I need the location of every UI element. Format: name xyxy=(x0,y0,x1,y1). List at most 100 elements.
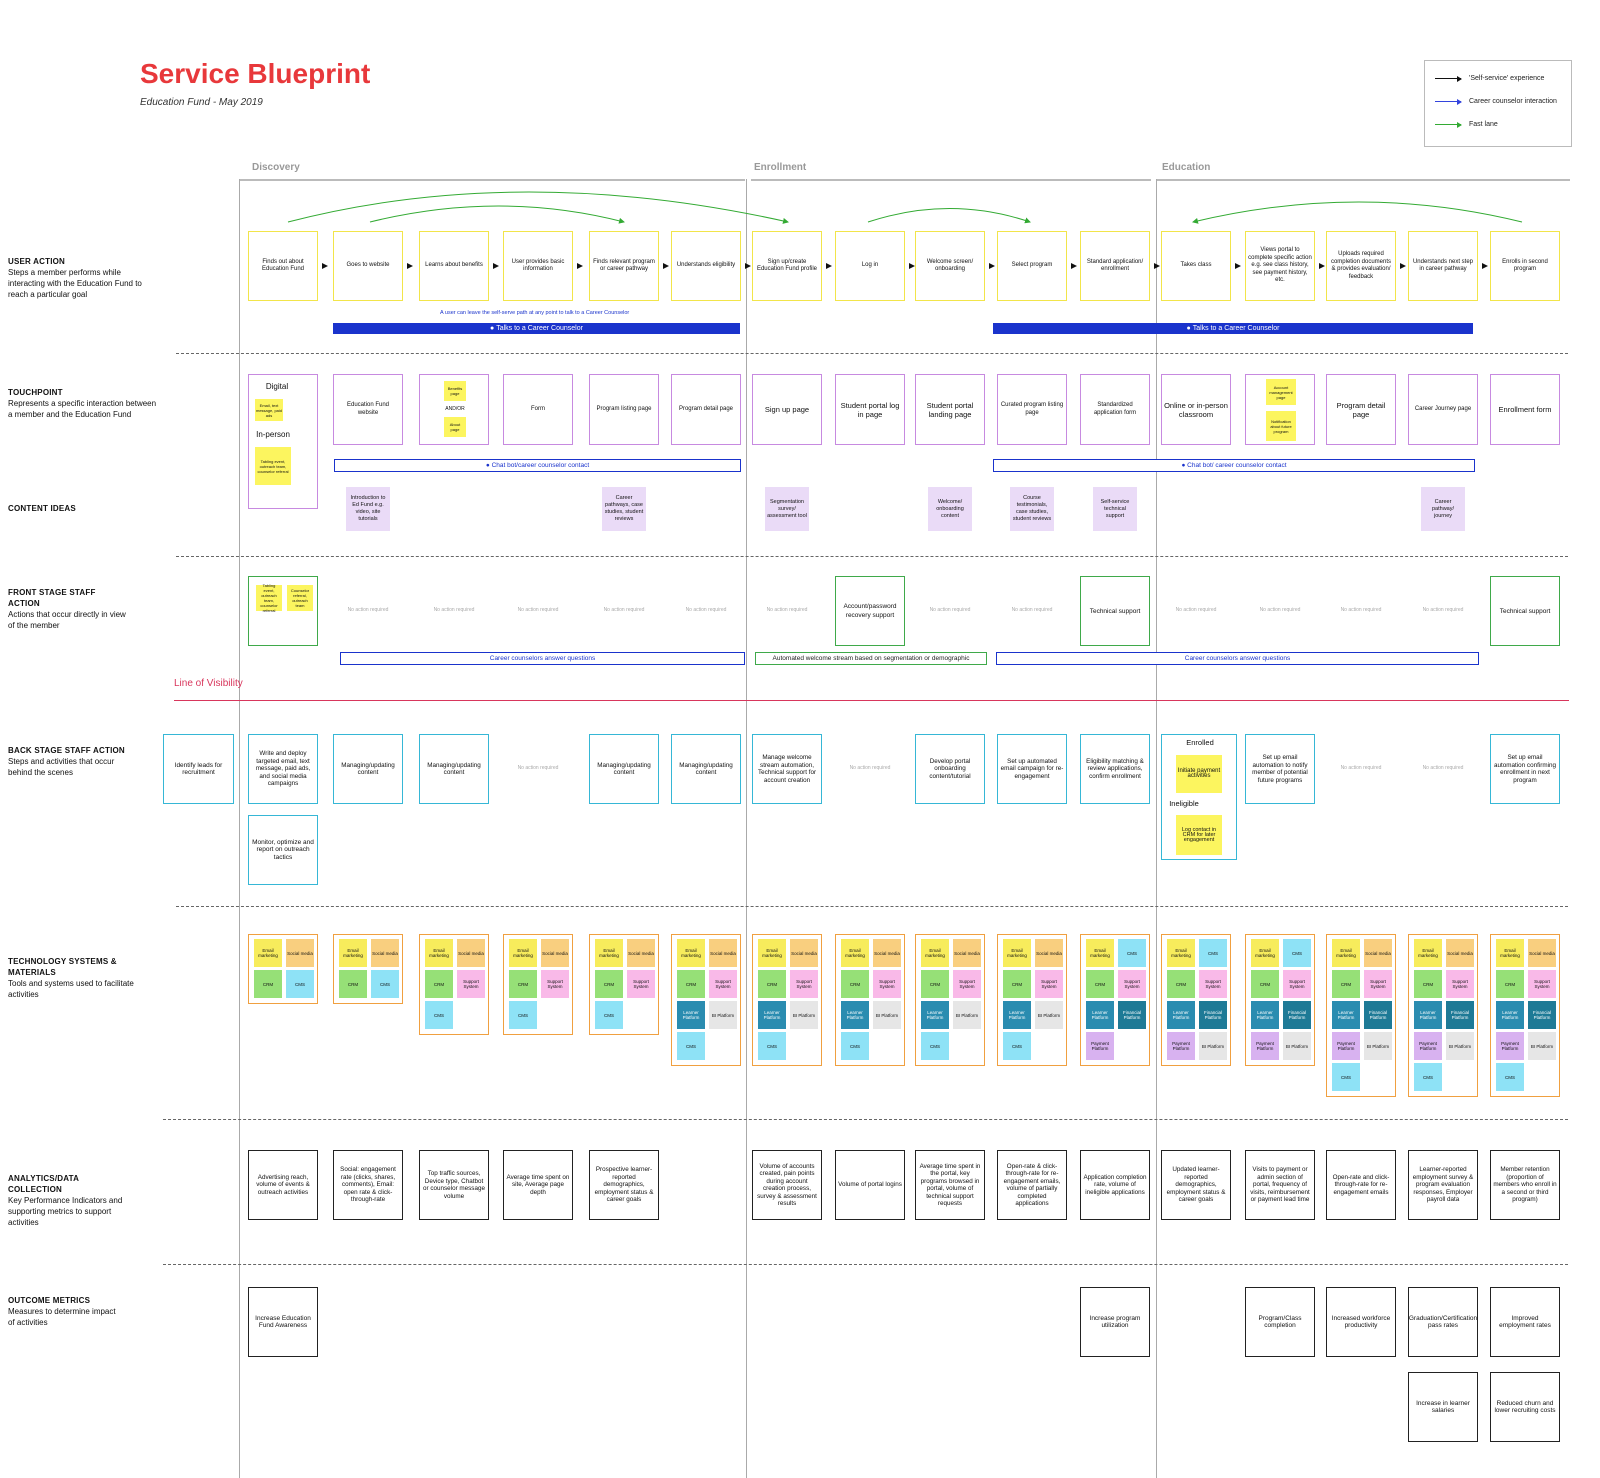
lane-touchpoint: TOUCHPOINT Represents a specific interact… xyxy=(8,388,157,419)
tech-chip: Support System xyxy=(709,970,737,998)
tech-chip: Learner Platform xyxy=(1332,1001,1360,1029)
front-stage-box: Technical support xyxy=(1490,576,1560,646)
fast-lane-arc xyxy=(1192,201,1523,224)
outcome-box: Increase program utilization xyxy=(1080,1287,1150,1357)
tech-stack-box: Email marketing Social media CRM Support Sy… xyxy=(915,934,985,1066)
analytics-box: Top traffic sources, Device type, Chatbo… xyxy=(419,1150,489,1220)
fast-lane-arc xyxy=(867,208,1031,224)
back-stage-box: Set up email automation confirming enrol… xyxy=(1490,734,1560,804)
tech-chip: BI Platform xyxy=(873,1001,901,1029)
sticky-note: Tabling event, outreach team, counselor … xyxy=(255,447,291,485)
content-idea-note: Self-service technical support xyxy=(1093,487,1137,531)
tech-chip: BI Platform xyxy=(1528,1032,1556,1060)
tech-chip: Email marketing xyxy=(758,939,786,967)
user-action-box: Understands next step in career pathway xyxy=(1408,231,1478,301)
outcome-box: Reduced churn and lower recruiting costs xyxy=(1490,1372,1560,1442)
counselor-bar: ● Talks to a Career Counselor xyxy=(993,323,1473,334)
lane-content-ideas: CONTENT IDEAS xyxy=(8,504,76,513)
tech-chip: CRM xyxy=(1414,970,1442,998)
tech-chip: Support System xyxy=(790,970,818,998)
tech-chip: Support System xyxy=(457,970,485,998)
tech-chip: Social media xyxy=(953,939,981,967)
tech-chip: CRM xyxy=(1496,970,1524,998)
touchpoint-box: Education Fund website xyxy=(333,374,403,445)
tech-chip: CMS xyxy=(1283,939,1311,967)
back-stage-empty: No action required xyxy=(1408,734,1478,804)
user-action-box: Log in xyxy=(835,231,905,301)
user-action-box: Understands eligibility xyxy=(671,231,741,301)
back-stage-empty: No action required xyxy=(835,734,905,804)
tech-chip: Support System xyxy=(1528,970,1556,998)
front-stage-empty: No action required xyxy=(997,576,1067,646)
tech-chip: Social media xyxy=(627,939,655,967)
tech-stack-box: Email marketing Social media CRM Support Sy… xyxy=(1408,934,1478,1097)
tech-chip: Learner Platform xyxy=(758,1001,786,1029)
tech-stack-box: Email marketing Social media CRM Support Sy… xyxy=(671,934,741,1066)
tech-chip: CMS xyxy=(841,1032,869,1060)
tech-stack-box: Email marketing Social media CRM Support Sy… xyxy=(419,934,489,1035)
user-action-box: Takes class xyxy=(1161,231,1231,301)
tech-chip: Payment Platform xyxy=(1496,1032,1524,1060)
tech-chip: Email marketing xyxy=(509,939,537,967)
sticky-note: Tabling event, outreach team, counselor … xyxy=(256,583,282,613)
fast-lane-arc xyxy=(369,205,625,224)
tech-chip: Payment Platform xyxy=(1251,1032,1279,1060)
tech-chip: Learner Platform xyxy=(677,1001,705,1029)
analytics-box: Open-rate & click-through-rate for re-en… xyxy=(997,1150,1067,1220)
tech-chip: Social media xyxy=(1035,939,1063,967)
tech-chip: Support System xyxy=(1035,970,1063,998)
tech-chip: Support System xyxy=(1118,970,1146,998)
tech-chip: CRM xyxy=(841,970,869,998)
user-action-box: Finds relevant program or career pathway xyxy=(589,231,659,301)
tech-chip: CMS xyxy=(758,1032,786,1060)
back-stage-box: Managing/updating content xyxy=(671,734,741,804)
tech-chip: Payment Platform xyxy=(1332,1032,1360,1060)
content-idea-note: Course testimonials, case studies, stude… xyxy=(1010,487,1054,531)
line-of-visibility xyxy=(174,700,1569,701)
phase-boundary xyxy=(239,179,240,1478)
back-stage-box: Set up automated email campaign for re-e… xyxy=(997,734,1067,804)
lane-analytics: ANALYTICS/DATA COLLECTION Key Performance… xyxy=(8,1174,123,1227)
back-stage-box: Managing/updating content xyxy=(333,734,403,804)
tech-chip: Learner Platform xyxy=(921,1001,949,1029)
touchpoint-box: Sign up page xyxy=(752,374,822,445)
back-stage-box: Enrolled Initiate payment activities Ineli… xyxy=(1161,734,1237,860)
sticky-note: Initiate payment activities xyxy=(1176,755,1222,793)
tech-stack-box: Email marketing Social media CRM Support Sy… xyxy=(1490,934,1560,1097)
tech-chip: Learner Platform xyxy=(841,1001,869,1029)
user-action-box: Standard application/ enrollment xyxy=(1080,231,1150,301)
tech-chip: Email marketing xyxy=(1086,939,1114,967)
touchpoint-box: Student portal landing page xyxy=(915,374,985,445)
lane-separator xyxy=(176,353,1568,354)
sticky-note: Account management page xyxy=(1266,379,1296,405)
analytics-box: Average time spent in the portal, key pr… xyxy=(915,1150,985,1220)
user-action-box: User provides basic information xyxy=(503,231,573,301)
ineligible-label: Ineligible xyxy=(1169,799,1199,808)
fast-lane-arcs xyxy=(287,191,1523,224)
tech-chip: Learner Platform xyxy=(1414,1001,1442,1029)
analytics-box: Volume of accounts created, pain points … xyxy=(752,1150,822,1220)
analytics-box: Prospective learner-reported demographic… xyxy=(589,1150,659,1220)
tech-chip: Financial Platform xyxy=(1364,1001,1392,1029)
tech-chip: CRM xyxy=(254,970,282,998)
self-serve-note: A user can leave the self-serve path at … xyxy=(440,310,630,316)
content-idea-note: Career pathway/ journey xyxy=(1421,487,1465,531)
tech-chip: Payment Platform xyxy=(1167,1032,1195,1060)
outcome-box: Improved employment rates xyxy=(1490,1287,1560,1357)
tech-chip: Support System xyxy=(1199,970,1227,998)
user-action-box: Finds out about Education Fund xyxy=(248,231,318,301)
analytics-box: Advertising reach, volume of events & ou… xyxy=(248,1150,318,1220)
analytics-box: Learner-reported employment survey & pro… xyxy=(1408,1150,1478,1220)
back-stage-box: Eligibility matching & review applicatio… xyxy=(1080,734,1150,804)
touchpoint-box: Enrollment form xyxy=(1490,374,1560,445)
tech-chip: CMS xyxy=(1199,939,1227,967)
touchpoint-digital-label: Digital xyxy=(265,382,289,391)
tech-chip: CMS xyxy=(371,970,399,998)
tech-chip: Support System xyxy=(873,970,901,998)
tech-stack-box: Email marketing Social media CRM Support Sy… xyxy=(997,934,1067,1066)
tech-chip: Payment Platform xyxy=(1086,1032,1114,1060)
front-stage-box: Technical support xyxy=(1080,576,1150,646)
tech-chip: CMS xyxy=(595,1001,623,1029)
user-action-box: Goes to website xyxy=(333,231,403,301)
back-stage-box: Monitor, optimize and report on outreach… xyxy=(248,815,318,885)
